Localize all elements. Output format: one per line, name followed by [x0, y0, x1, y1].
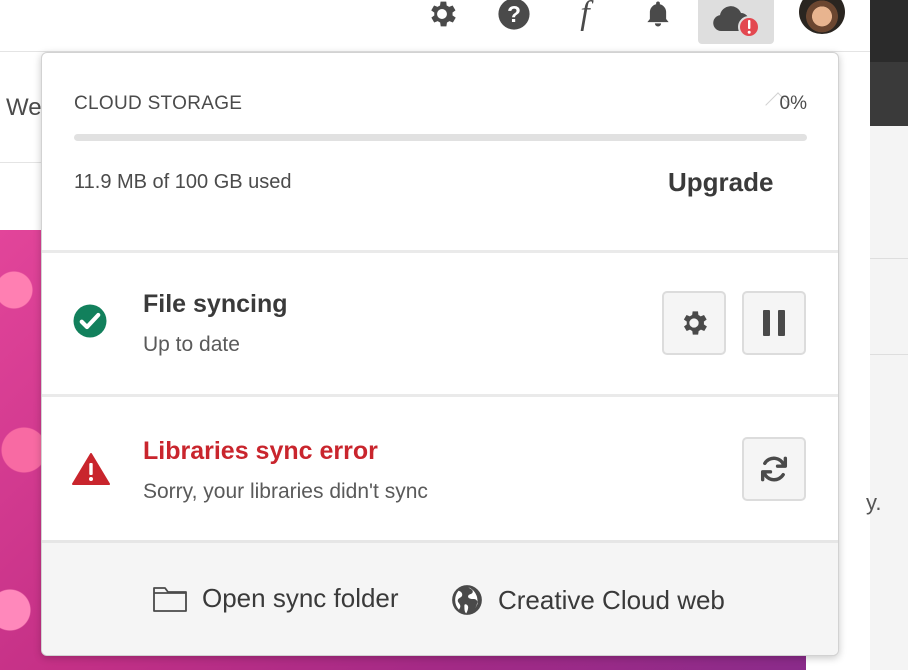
popover-footer: Open sync folder Creative Cloud web	[42, 540, 838, 655]
top-bar: ? f	[0, 0, 870, 52]
upgrade-button[interactable]: Upgrade	[668, 167, 773, 198]
creative-cloud-web-link[interactable]: Creative Cloud web	[450, 583, 725, 617]
cloud-error-icon	[713, 6, 760, 38]
avatar[interactable]	[797, 0, 847, 36]
bell-icon[interactable]	[638, 0, 678, 36]
help-icon[interactable]: ?	[494, 0, 534, 36]
storage-percent: 0%	[779, 93, 807, 114]
storage-section: CLOUD STORAGE 0% 11.9 MB of 100 GB used …	[42, 53, 838, 248]
libraries-error-message: Sorry, your libraries didn't sync	[143, 480, 428, 503]
pause-icon	[763, 310, 785, 336]
libraries-error-title: Libraries sync error	[143, 437, 378, 465]
gear-icon	[683, 311, 707, 335]
gear-icon[interactable]	[422, 0, 462, 36]
folder-icon	[153, 586, 187, 612]
adjacent-panel	[870, 0, 908, 670]
globe-icon	[452, 585, 482, 615]
file-sync-section: File syncing Up to date	[42, 250, 838, 393]
cloud-storage-popover: CLOUD STORAGE 0% 11.9 MB of 100 GB used …	[41, 52, 839, 656]
storage-progress-bar	[74, 134, 807, 141]
creative-cloud-web-label: Creative Cloud web	[498, 584, 725, 615]
storage-label: CLOUD STORAGE	[74, 93, 243, 114]
libraries-section: Libraries sync error Sorry, your librari…	[42, 394, 838, 540]
font-icon[interactable]: f	[565, 0, 605, 36]
sync-settings-button[interactable]	[662, 291, 726, 355]
divider	[0, 162, 45, 163]
storage-used-text: 11.9 MB of 100 GB used	[74, 171, 292, 193]
retry-sync-button[interactable]	[742, 437, 806, 501]
alert-triangle-icon	[72, 452, 110, 491]
refresh-icon	[760, 456, 788, 482]
svg-text:?: ?	[507, 1, 521, 27]
open-sync-folder-link[interactable]: Open sync folder	[152, 583, 399, 614]
pause-sync-button[interactable]	[742, 291, 806, 355]
file-sync-title: File syncing	[143, 290, 288, 318]
check-circle-icon	[72, 303, 108, 344]
open-sync-folder-label: Open sync folder	[202, 583, 399, 613]
svg-text:f: f	[580, 0, 594, 31]
file-sync-status: Up to date	[143, 333, 240, 356]
cloud-status-button[interactable]	[698, 0, 774, 44]
page-heading-fragment: We	[6, 94, 42, 121]
panel-text-fragment: y.	[866, 490, 882, 515]
